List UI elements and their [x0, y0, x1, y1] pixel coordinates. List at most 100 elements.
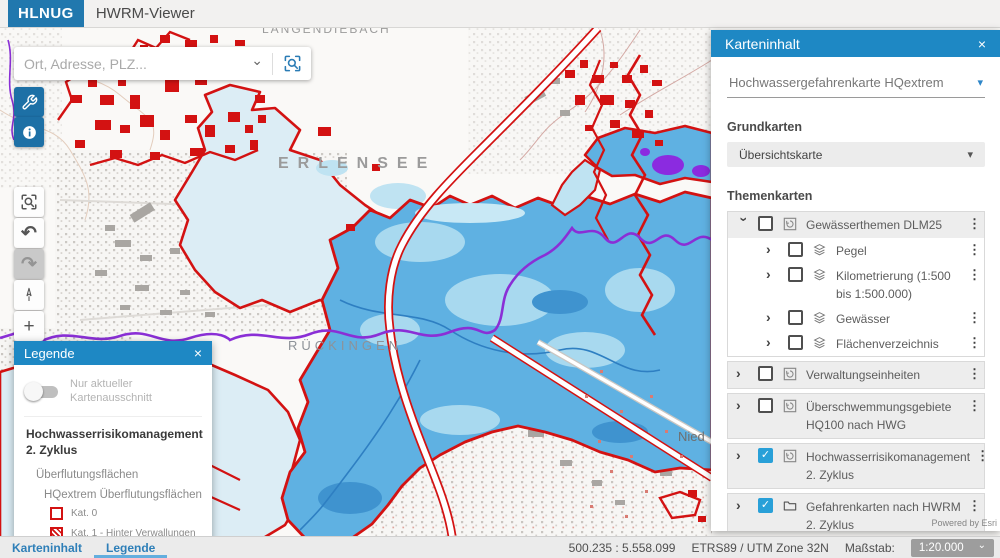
- chevron-down-icon[interactable]: ›: [736, 217, 751, 233]
- map-theme-value: Hochwassergefahrenkarte HQextrem: [729, 75, 977, 90]
- select-arrow-icon: ▾: [977, 76, 983, 89]
- compass-needle-icon: [21, 287, 37, 303]
- scale-select[interactable]: 1:20.000 ⌄: [911, 539, 994, 557]
- basemap-select[interactable]: Übersichtskarte ▾: [727, 142, 985, 167]
- check-icon: ✓: [761, 500, 770, 511]
- layer-checkbox[interactable]: [788, 310, 803, 325]
- legend-subgroup-label: HQextrem Überflutungsflächen: [24, 481, 202, 503]
- layer-row-gewaesserthemen[interactable]: › Gewässerthemen DLM25 ⋮: [728, 212, 984, 238]
- chevron-right-icon[interactable]: ›: [736, 366, 752, 381]
- hwrm-viewer-app: LANGENDIEBACH ERLENSEE RÜCKINGEN Nied HL…: [0, 0, 1000, 558]
- select-arrow-icon: ▾: [967, 148, 973, 161]
- kebab-menu-icon[interactable]: ⋮: [968, 498, 978, 514]
- default-extent-button[interactable]: [14, 187, 44, 217]
- wrench-icon: [21, 94, 38, 111]
- redo-icon: ↷: [21, 255, 37, 274]
- folder-icon: [783, 499, 798, 513]
- layer-checkbox[interactable]: [758, 366, 773, 381]
- app-title: HWRM-Viewer: [84, 0, 195, 27]
- chevron-right-icon[interactable]: ›: [736, 448, 752, 463]
- layer-row-gewaesser[interactable]: › Gewässer ⋮: [728, 306, 984, 331]
- layer-group-gewaesserthemen: › Gewässerthemen DLM25 ⋮ ›: [727, 211, 985, 357]
- kebab-menu-icon[interactable]: ⋮: [968, 366, 978, 382]
- plus-icon: +: [23, 317, 34, 336]
- layer-box: › Verwaltungseinheiten ⋮: [727, 361, 985, 389]
- layer-label: Überschwemmungsgebiete HQ100 nach HWG: [806, 398, 968, 434]
- legend-close-icon[interactable]: ×: [194, 345, 202, 361]
- check-icon: ✓: [761, 450, 770, 461]
- search-bar: ⌄: [14, 47, 311, 80]
- zoom-in-button[interactable]: +: [14, 311, 44, 341]
- undo-button[interactable]: ↶: [14, 218, 44, 248]
- legend-title: Legende: [24, 346, 75, 361]
- layer-checkbox-checked[interactable]: ✓: [758, 498, 773, 513]
- kebab-menu-icon[interactable]: ⋮: [968, 216, 978, 232]
- kebab-menu-icon[interactable]: ⋮: [968, 267, 978, 283]
- kebab-menu-icon[interactable]: ⋮: [976, 448, 986, 464]
- layer-row-pegel[interactable]: › Pegel ⋮: [728, 238, 984, 263]
- kebab-menu-icon[interactable]: ⋮: [968, 310, 978, 326]
- layer-row-verwaltungseinheiten[interactable]: › Verwaltungseinheiten ⋮: [728, 362, 984, 388]
- map-label-nied: Nied: [678, 429, 705, 444]
- map-theme-select[interactable]: Hochwassergefahrenkarte HQextrem ▾: [727, 71, 985, 98]
- scale-value: 1:20.000: [919, 542, 964, 554]
- map-service-icon: [783, 449, 798, 463]
- chevron-right-icon[interactable]: ›: [736, 498, 752, 513]
- layer-label: Flächenverzeichnis: [836, 335, 968, 353]
- layers-icon: [813, 243, 828, 256]
- hlnug-logo[interactable]: HLNUG: [8, 0, 84, 27]
- legend-item-kat0: Kat. 0: [24, 503, 202, 523]
- layer-box: › Überschwemmungsgebiete HQ100 nach HWG …: [727, 393, 985, 439]
- scale-label: Maßstab:: [845, 541, 895, 555]
- info-button[interactable]: [14, 117, 44, 147]
- layer-row-hochwasserrisikomanagement[interactable]: › ✓ Hochwasserrisikomanagement 2. Zyklus…: [728, 444, 984, 488]
- search-input[interactable]: [14, 56, 247, 72]
- chevron-right-icon[interactable]: ›: [766, 267, 782, 282]
- current-extent-toggle[interactable]: [26, 386, 58, 398]
- legend-layer-title: Hochwasserrisikomanagement 2. Zyklus: [24, 417, 202, 462]
- magnifier-viewfinder-icon: [283, 54, 302, 73]
- layer-tree: › Gewässerthemen DLM25 ⋮ ›: [727, 211, 985, 531]
- kebab-menu-icon[interactable]: ⋮: [968, 398, 978, 414]
- layer-checkbox[interactable]: [788, 335, 803, 350]
- kebab-menu-icon[interactable]: ⋮: [968, 242, 978, 258]
- tab-legende[interactable]: Legende: [94, 537, 167, 558]
- layers-icon: [813, 336, 828, 349]
- redo-button[interactable]: ↷: [14, 249, 44, 279]
- chevron-right-icon[interactable]: ›: [766, 335, 782, 350]
- layer-label: Gewässerthemen DLM25: [806, 216, 968, 234]
- layer-row-kilometrierung[interactable]: › Kilometrierung (1:500 bis 1:500.000) ⋮: [728, 263, 984, 306]
- map-service-icon: [783, 217, 798, 231]
- map-service-icon: [783, 367, 798, 381]
- layer-row-flaechenverzeichnis[interactable]: › Flächenverzeichnis ⋮: [728, 331, 984, 356]
- map-content-close-icon[interactable]: ×: [978, 36, 986, 52]
- legend-header[interactable]: Legende ×: [14, 341, 212, 365]
- layer-checkbox-checked[interactable]: ✓: [758, 448, 773, 463]
- swatch-red-outline: [50, 507, 63, 520]
- chevron-right-icon[interactable]: ›: [766, 242, 782, 257]
- map-attribution: Powered by Esri: [931, 518, 997, 528]
- tools-button[interactable]: [14, 87, 44, 117]
- locate-search-button[interactable]: [273, 47, 311, 80]
- tab-karteninhalt[interactable]: Karteninhalt: [0, 537, 94, 558]
- search-dropdown-chevron-icon[interactable]: ⌄: [247, 52, 272, 75]
- chevron-right-icon[interactable]: ›: [766, 310, 782, 325]
- layer-label: Kilometrierung (1:500 bis 1:500.000): [836, 267, 968, 303]
- layer-row-ueberschwemmungsgebiete[interactable]: › Überschwemmungsgebiete HQ100 nach HWG …: [728, 394, 984, 438]
- basemap-value: Übersichtskarte: [739, 148, 967, 162]
- layer-checkbox[interactable]: [788, 242, 803, 257]
- crs-label: ETRS89 / UTM Zone 32N: [691, 541, 828, 555]
- layer-label: Verwaltungseinheiten: [806, 366, 968, 384]
- map-content-panel: Karteninhalt × Hochwassergefahrenkarte H…: [711, 30, 1000, 531]
- map-content-title: Karteninhalt: [725, 36, 800, 52]
- kebab-menu-icon[interactable]: ⋮: [968, 335, 978, 351]
- layer-checkbox[interactable]: [758, 216, 773, 231]
- layer-checkbox[interactable]: [758, 398, 773, 413]
- layers-icon: [813, 311, 828, 324]
- layer-checkbox[interactable]: [788, 267, 803, 282]
- map-service-icon: [783, 399, 798, 413]
- map-content-header[interactable]: Karteninhalt ×: [711, 30, 1000, 57]
- compass-button[interactable]: [14, 280, 44, 310]
- chevron-right-icon[interactable]: ›: [736, 398, 752, 413]
- status-bar: Karteninhalt Legende 500.235 : 5.558.099…: [0, 536, 1000, 558]
